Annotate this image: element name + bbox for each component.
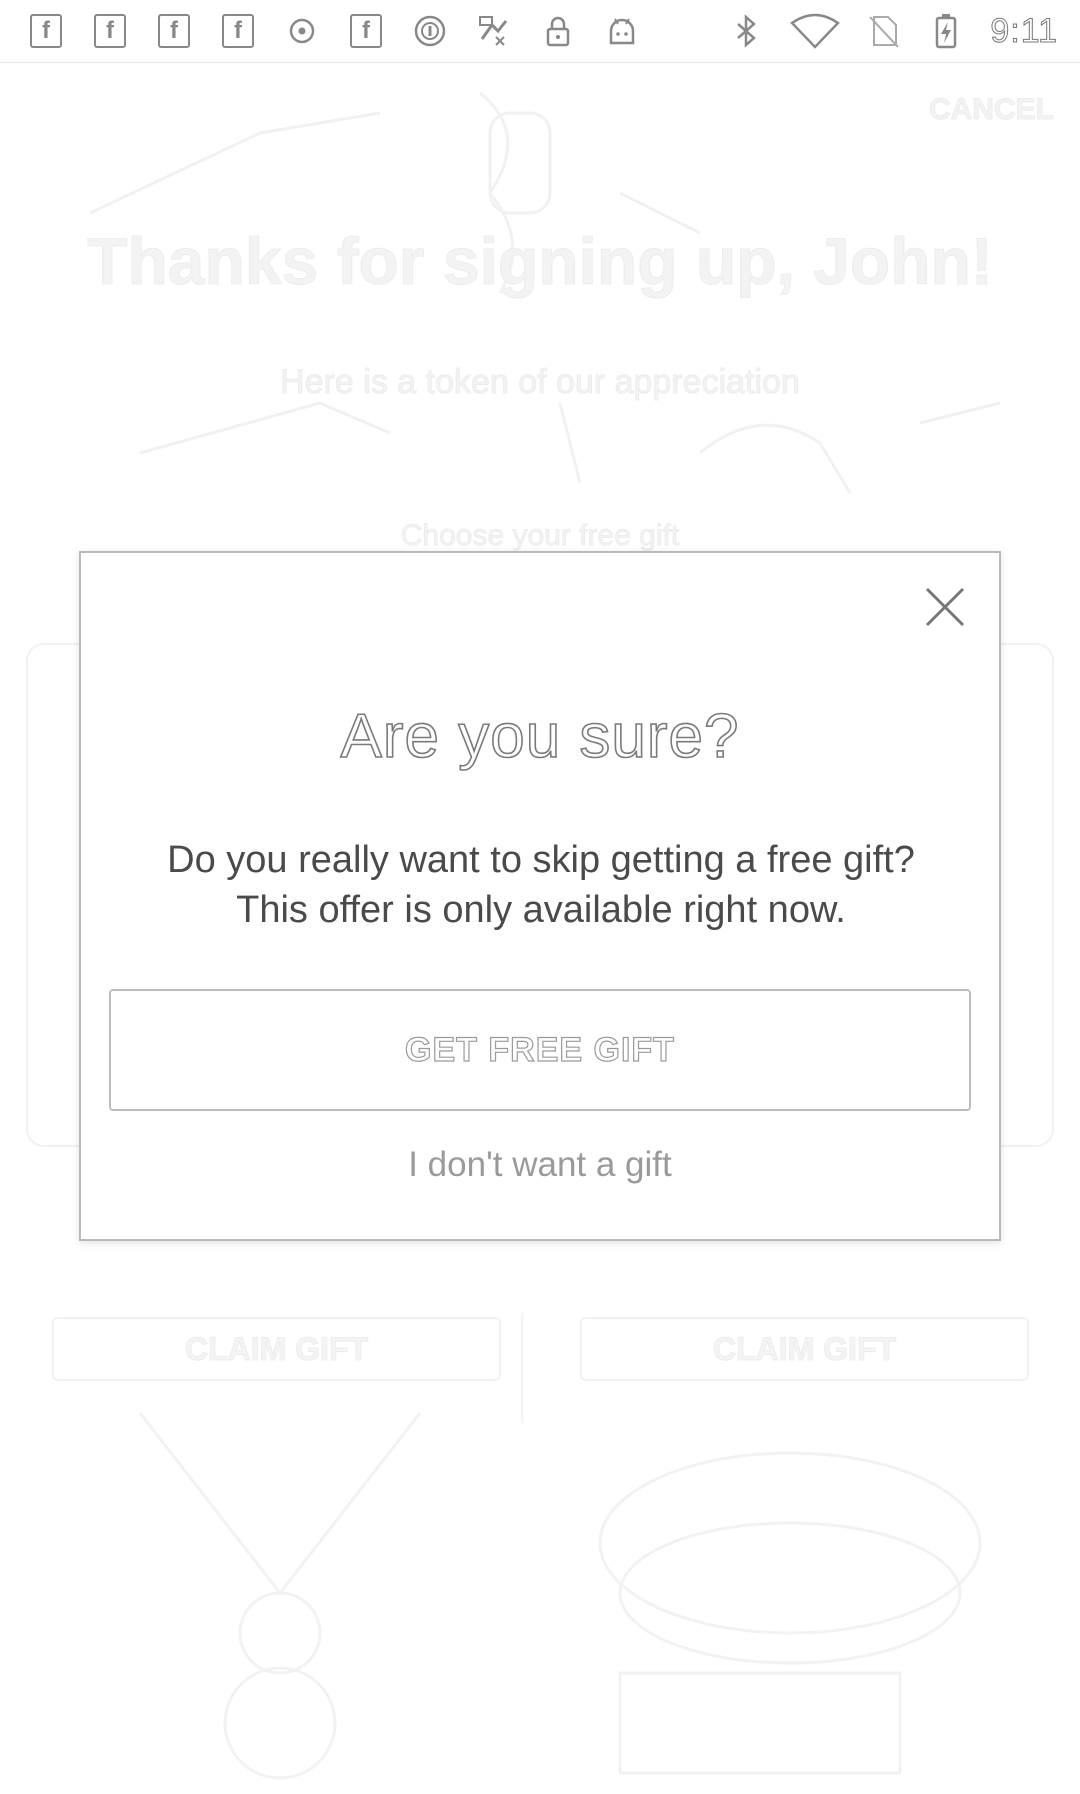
status-bar: f f f f f 9:11 [0, 0, 1080, 63]
close-button[interactable] [919, 581, 971, 633]
claim-gift-button-left: CLAIM GIFT [52, 1317, 501, 1381]
background-headline: Thanks for signing up, John! [87, 224, 994, 299]
claim-divider [521, 1313, 523, 1423]
facebook-icon: f [92, 13, 128, 49]
bracelet-illustration [598, 1451, 982, 1775]
get-free-gift-button[interactable]: GET FREE GIFT [109, 989, 971, 1111]
bluetooth-icon [728, 13, 764, 49]
facebook-icon: f [220, 13, 256, 49]
android-icon [604, 13, 640, 49]
circle-dot-icon [284, 13, 320, 49]
wifi-icon [790, 13, 841, 49]
dialog-title: Are you sure? [340, 701, 740, 772]
circle-info-icon [412, 13, 448, 49]
claim-gift-button-right: CLAIM GIFT [580, 1317, 1029, 1381]
decline-gift-link[interactable]: I don't want a gift [81, 1145, 999, 1185]
battery-charging-icon [928, 13, 964, 49]
notification-icons: f f f f f [28, 0, 640, 62]
confirm-dialog: Are you sure? Do you really want to skip… [79, 551, 1001, 1241]
no-sim-icon [866, 13, 902, 49]
dialog-message: Do you really want to skip getting a fre… [167, 839, 915, 931]
facebook-icon: f [156, 13, 192, 49]
background-section-label: Choose your free gift [400, 519, 680, 553]
necklace-illustration [138, 1412, 422, 1780]
background-subline: Here is a token of our appreciation [280, 363, 801, 402]
facebook-icon: f [348, 13, 384, 49]
lock-icon [540, 13, 576, 49]
system-icons: 9:11 [728, 0, 1058, 62]
clock-text: 9:11 [990, 11, 1058, 50]
fax-icon [476, 13, 512, 49]
close-icon [925, 587, 965, 627]
facebook-icon: f [28, 13, 64, 49]
